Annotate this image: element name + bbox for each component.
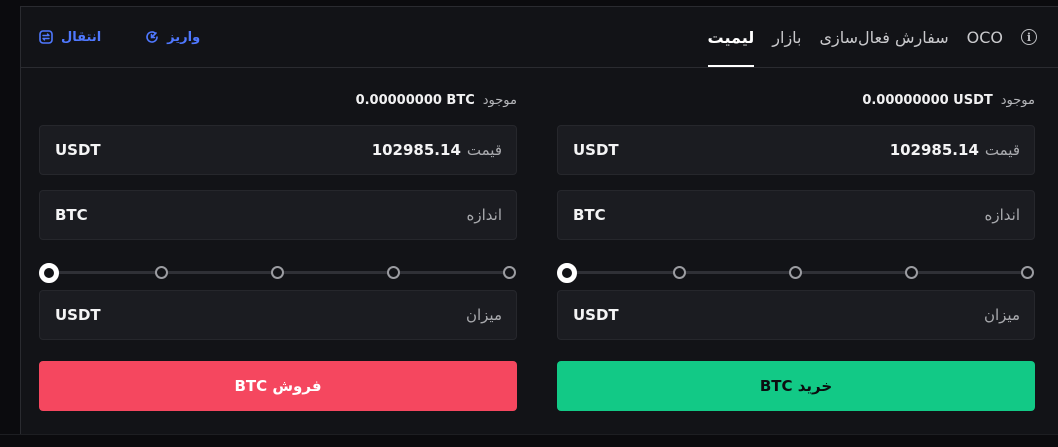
deposit-button[interactable]: واریز xyxy=(145,30,200,45)
buy-percent-slider[interactable] xyxy=(557,263,1035,283)
sell-price-label: قیمت xyxy=(466,141,502,159)
deposit-label: واریز xyxy=(167,29,201,45)
buy-slider-step[interactable] xyxy=(673,266,686,279)
header-actions: انتقال واریز xyxy=(39,7,200,67)
buy-slider-step[interactable] xyxy=(905,266,918,279)
sell-slider-step[interactable] xyxy=(387,266,400,279)
info-icon: i xyxy=(1021,29,1037,45)
buy-amount-label: میزان xyxy=(983,306,1020,324)
transfer-label: انتقال xyxy=(61,29,102,45)
buy-amount-field[interactable]: USDT میزان xyxy=(557,290,1035,340)
tab-limit[interactable]: لیمیت xyxy=(707,7,754,67)
sell-size-label: اندازه xyxy=(466,206,503,224)
left-edge xyxy=(0,0,19,446)
sell-available-value: 0.00000000 BTC xyxy=(355,93,475,108)
sell-button[interactable]: فروش BTC xyxy=(39,361,517,411)
deposit-icon xyxy=(146,31,158,43)
sell-percent-slider[interactable] xyxy=(39,263,517,283)
buy-slider-step[interactable] xyxy=(1021,266,1034,279)
sell-amount-unit: USDT xyxy=(55,306,101,324)
bottom-edge xyxy=(0,434,1058,447)
sell-size-unit: BTC xyxy=(55,206,88,224)
sell-slider-step[interactable] xyxy=(503,266,516,279)
sell-slider-step[interactable] xyxy=(271,266,284,279)
buy-price-field[interactable]: USDT قیمت 102985.14 xyxy=(557,125,1035,175)
buy-available: موجود 0.00000000 USDT xyxy=(862,93,1035,108)
sell-amount-label: میزان xyxy=(465,306,502,324)
sell-available: موجود 0.00000000 BTC xyxy=(356,93,517,108)
sell-available-label: موجود xyxy=(482,93,517,108)
buy-price-label: قیمت xyxy=(984,141,1020,159)
buy-button[interactable]: خرید BTC xyxy=(557,361,1035,411)
buy-price-unit: USDT xyxy=(573,141,619,159)
sell-price-value[interactable]: 102985.14 xyxy=(372,141,461,159)
transfer-icon xyxy=(39,30,53,44)
sell-slider-handle[interactable] xyxy=(39,263,59,283)
tab-oco[interactable]: OCO xyxy=(967,7,1003,67)
tab-market[interactable]: بازار xyxy=(772,7,801,67)
sell-price-unit: USDT xyxy=(55,141,101,159)
sell-slider-step[interactable] xyxy=(155,266,168,279)
buy-slider-step[interactable] xyxy=(789,266,802,279)
buy-available-label: موجود xyxy=(1000,93,1035,108)
sell-price-field[interactable]: USDT قیمت 102985.14 xyxy=(39,125,517,175)
transfer-button[interactable]: انتقال xyxy=(39,30,101,45)
buy-slider-handle[interactable] xyxy=(557,263,577,283)
buy-size-label: اندازه xyxy=(984,206,1021,224)
buy-price-value[interactable]: 102985.14 xyxy=(890,141,979,159)
buy-size-unit: BTC xyxy=(573,206,606,224)
tab-trigger-order[interactable]: سفارش فعال‌سازی xyxy=(820,7,949,67)
order-type-tabs: لیمیت بازار سفارش فعال‌سازی OCO i xyxy=(707,7,1037,67)
sell-amount-field[interactable]: USDT میزان xyxy=(39,290,517,340)
info-button[interactable]: i xyxy=(1021,7,1037,67)
buy-available-value: 0.00000000 USDT xyxy=(862,93,993,108)
sell-size-field[interactable]: BTC اندازه xyxy=(39,190,517,240)
buy-amount-unit: USDT xyxy=(573,306,619,324)
order-type-bar: لیمیت بازار سفارش فعال‌سازی OCO i انتقال xyxy=(21,7,1058,68)
order-panel: لیمیت بازار سفارش فعال‌سازی OCO i انتقال xyxy=(20,6,1058,435)
buy-size-field[interactable]: BTC اندازه xyxy=(557,190,1035,240)
